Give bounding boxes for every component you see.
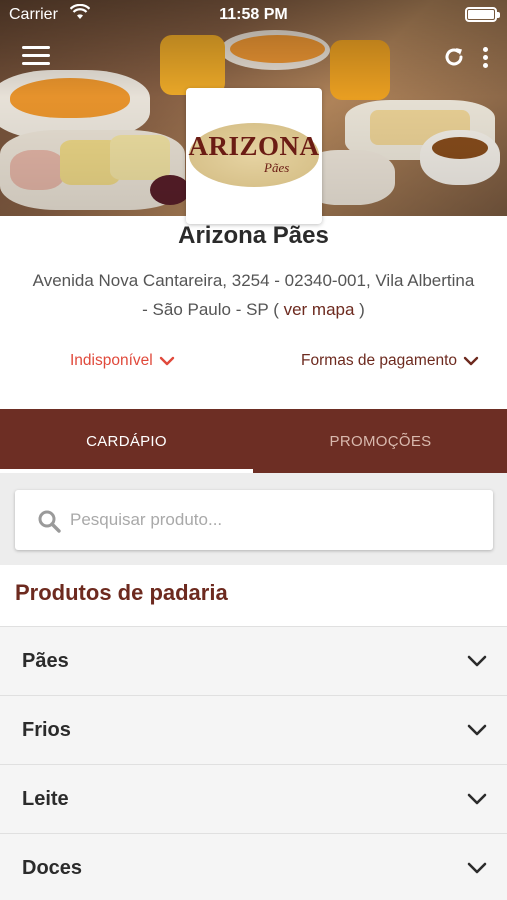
map-link-open: ( [268, 300, 284, 319]
chevron-down-icon [467, 655, 487, 667]
category-list: Pães Frios Leite Doces [0, 626, 507, 900]
category-item-leite[interactable]: Leite [0, 764, 507, 833]
category-item-paes[interactable]: Pães [0, 626, 507, 695]
search-icon [38, 510, 61, 533]
tab-bar: CARDÁPIO PROMOÇÕES [0, 409, 507, 473]
store-logo: ARIZONA Pães [186, 88, 322, 224]
category-label: Doces [22, 857, 83, 879]
payment-methods-dropdown[interactable]: Formas de pagamento [301, 352, 479, 370]
category-label: Frios [22, 719, 71, 741]
tab-cardapio[interactable]: CARDÁPIO [0, 409, 253, 473]
map-link[interactable]: ver mapa [284, 300, 355, 319]
chevron-down-icon [467, 793, 487, 805]
category-item-doces[interactable]: Doces [0, 833, 507, 900]
tab-promocoes[interactable]: PROMOÇÕES [254, 409, 507, 473]
battery-icon [465, 7, 500, 22]
category-label: Pães [22, 650, 69, 672]
section-title: Produtos de padaria [15, 580, 228, 605]
store-status-row: Indisponível Formas de pagamento [0, 352, 507, 376]
clock: 11:58 PM [219, 6, 288, 23]
payment-methods-label: Formas de pagamento [301, 352, 457, 369]
chevron-down-icon [467, 862, 487, 874]
chevron-down-icon [463, 356, 479, 366]
search-box [15, 490, 493, 550]
menu-button[interactable] [22, 44, 50, 68]
category-label: Leite [22, 788, 69, 810]
chevron-down-icon [159, 356, 174, 366]
map-link-close: ) [354, 300, 365, 319]
status-bar: Carrier 11:58 PM [0, 0, 507, 30]
availability-dropdown[interactable]: Indisponível [70, 352, 175, 370]
logo-subtext: Pães [264, 160, 290, 175]
logo-text: ARIZONA [188, 131, 320, 161]
availability-label: Indisponível [70, 352, 153, 369]
address-text: Avenida Nova Cantareira, 3254 - 02340-00… [32, 271, 475, 319]
more-options-icon[interactable] [478, 45, 492, 71]
chevron-down-icon [467, 724, 487, 736]
refresh-icon[interactable] [443, 46, 465, 68]
search-area [0, 473, 507, 565]
category-item-frios[interactable]: Frios [0, 695, 507, 764]
search-input[interactable] [70, 490, 480, 550]
store-address: Avenida Nova Cantareira, 3254 - 02340-00… [30, 266, 477, 324]
store-name: Arizona Pães [178, 222, 329, 249]
